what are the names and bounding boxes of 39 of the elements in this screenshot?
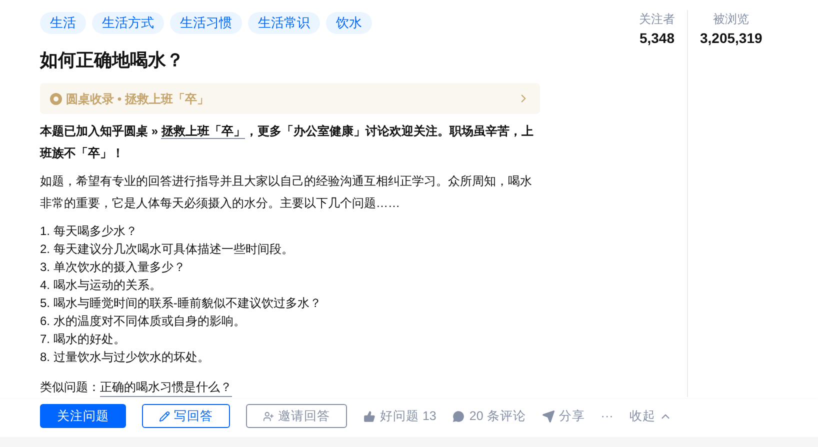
pencil-icon [159, 410, 170, 422]
stat-label: 被浏览 [713, 11, 750, 28]
question-list-item: 3. 单次饮水的摄入量多少？ [40, 259, 186, 276]
similar-label: 类似问题： [40, 379, 100, 396]
invite-button[interactable]: 邀请回答 [246, 404, 347, 428]
question-list-item: 1. 每天喝多少水？ [40, 223, 138, 240]
stat-value: 5,348 [639, 29, 675, 48]
more-button[interactable]: ··· [600, 406, 614, 426]
topic-tag[interactable]: 饮水 [326, 12, 372, 34]
thumbs-up-icon [363, 410, 376, 422]
roundtable-link[interactable]: 拯救上班「卒」 [161, 124, 246, 139]
stat-value: 3,205,319 [700, 29, 762, 48]
question-description: 如题，希望有专业的回答进行指导并且大家以自己的经验沟通互相纠正学习。众所周知，喝水非常的重要，它是人体每天必须摄入的水分。主要以下几个问题…… [40, 173, 533, 212]
paper-plane-icon [542, 410, 555, 422]
topic-tag[interactable]: 生活方式 [92, 12, 164, 34]
topic-tag[interactable]: 生活 [40, 12, 86, 34]
write-answer-button[interactable]: 写回答 [142, 404, 230, 428]
question-list-item: 8. 过量饮水与过少饮水的坏处。 [40, 349, 210, 366]
question-list-item: 2. 每天建议分几次喝水可具体描述一些时间段。 [40, 241, 294, 258]
badge-icon [50, 92, 62, 104]
similar-question-link[interactable]: 正确的喝水习惯是什么？ [100, 378, 232, 397]
comment-button[interactable]: 20 条评论 [452, 406, 526, 426]
question-title: 如何正确地喝水？ [40, 49, 185, 72]
share-button[interactable]: 分享 [542, 406, 585, 426]
roundtable-banner[interactable]: 圆桌收录 • 拯救上班「卒」 [40, 83, 540, 114]
roundtable-notice: 本题已加入知乎圆桌 » 拯救上班「卒」，更多「办公室健康」讨论欢迎关注。职场虽辛苦，上班族不「卒」！ [40, 123, 534, 162]
add-user-icon [263, 410, 274, 422]
collapse-button[interactable]: 收起 [629, 406, 672, 426]
speech-bubble-icon [452, 410, 466, 422]
follow-button[interactable]: 关注问题 [40, 404, 126, 428]
topic-tag[interactable]: 生活常识 [248, 12, 320, 34]
like-button[interactable]: 好问题 13 [363, 406, 436, 426]
stat-label: 关注者 [639, 11, 675, 28]
topic-tag[interactable]: 生活习惯 [170, 12, 242, 34]
question-list-item: 5. 喝水与睡觉时间的联系-睡前貌似不建议饮过多水？ [40, 295, 322, 312]
question-list-item: 6. 水的温度对不同体质或自身的影响。 [40, 313, 246, 330]
question-list-item: 4. 喝水与运动的关系。 [40, 277, 162, 294]
banner-label: 圆桌收录 • 拯救上班「卒」 [66, 90, 210, 108]
question-list-item: 7. 喝水的好处。 [40, 331, 126, 348]
